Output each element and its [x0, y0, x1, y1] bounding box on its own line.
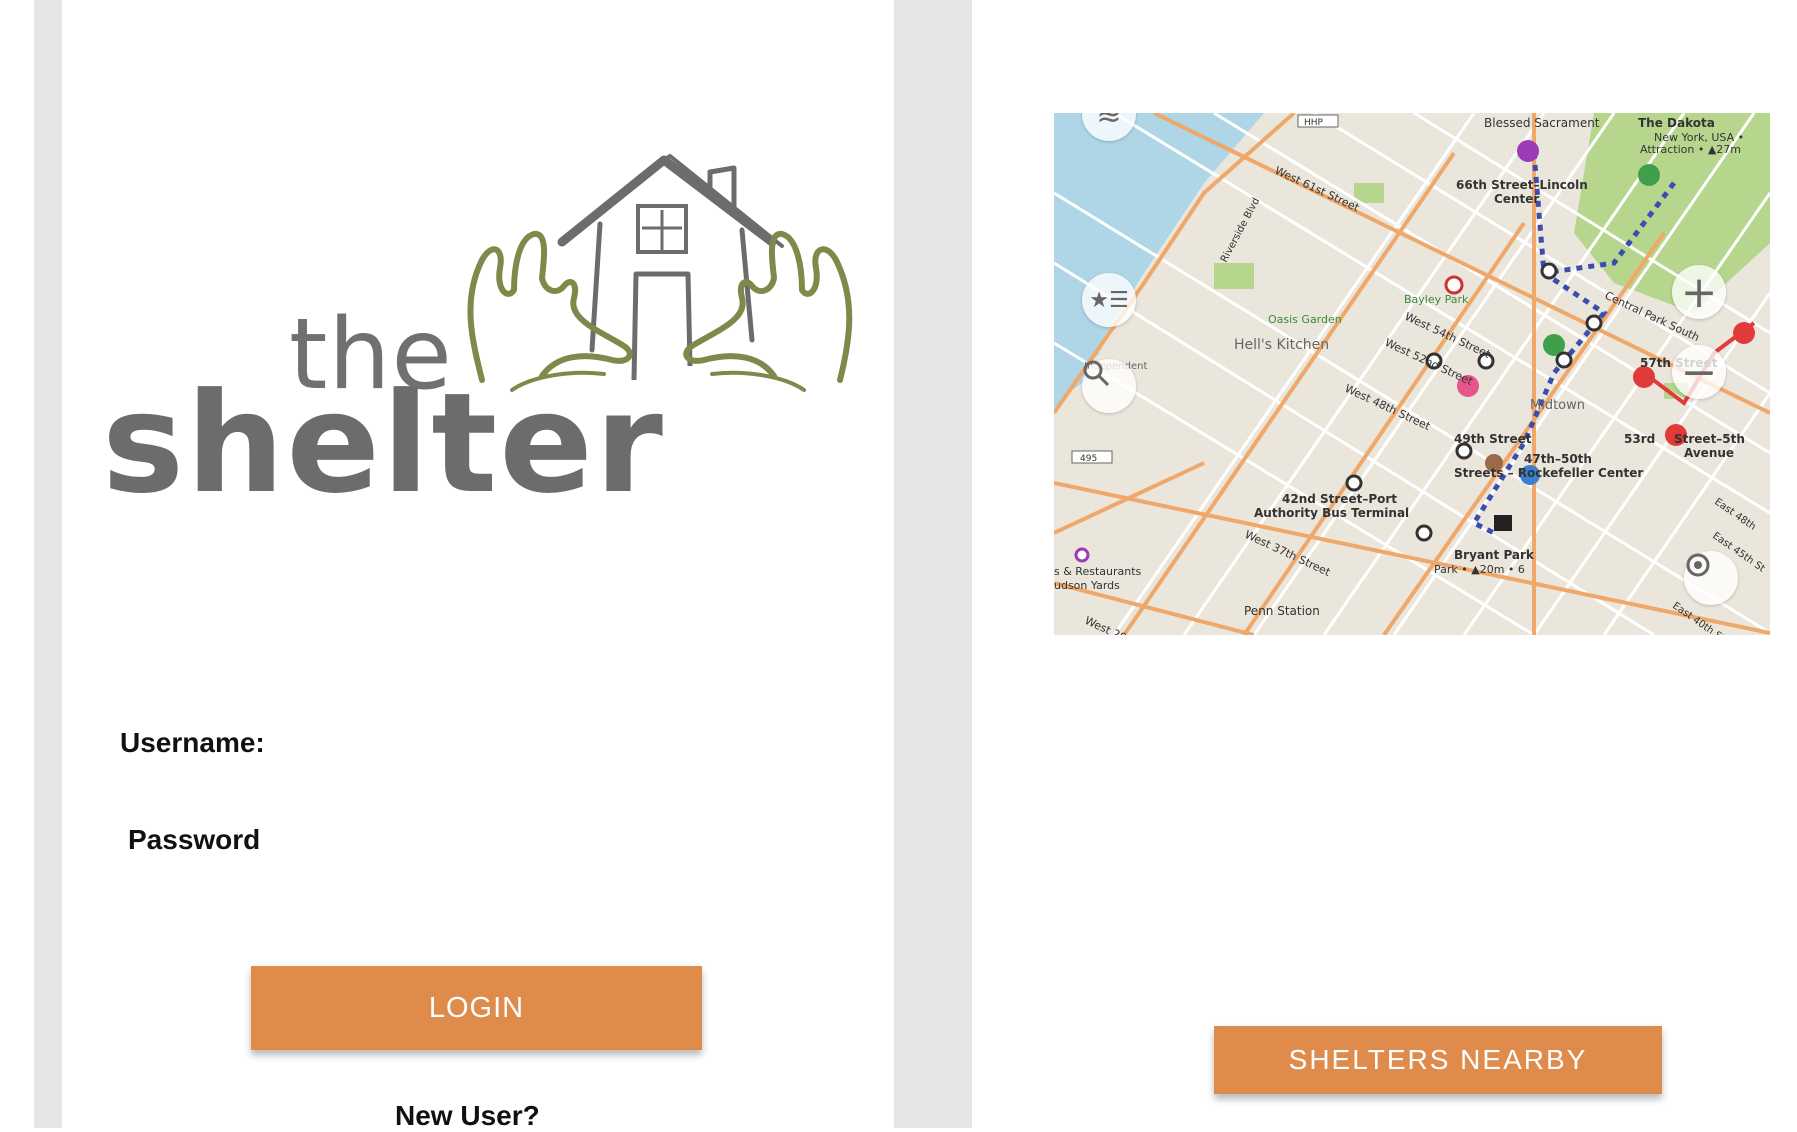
- password-field[interactable]: [362, 818, 836, 860]
- map-canvas: HHP 495 Blessed Sacrament The Dakota New…: [1054, 113, 1770, 635]
- search-button[interactable]: [1082, 359, 1136, 413]
- username-label: Username:: [120, 727, 265, 758]
- login-button[interactable]: LOGIN: [251, 966, 702, 1050]
- svg-text:66th Street–Lincoln: 66th Street–Lincoln: [1456, 178, 1588, 192]
- svg-text:West 61st Street: West 61st Street: [1273, 164, 1362, 215]
- zoom-in-icon: +: [1680, 266, 1718, 318]
- svg-text:The Dakota: The Dakota: [1638, 116, 1715, 130]
- password-label: Password: [128, 824, 261, 855]
- svg-text:Authority Bus Terminal: Authority Bus Terminal: [1254, 506, 1409, 520]
- svg-text:Park • ▲20m • 6: Park • ▲20m • 6: [1434, 563, 1525, 576]
- favorites-list-icon: ★☰: [1089, 287, 1129, 313]
- svg-text:Street–5th: Street–5th: [1674, 432, 1745, 446]
- search-icon: [1083, 360, 1110, 387]
- map-screen: HHP 495 Blessed Sacrament The Dakota New…: [972, 0, 1797, 1128]
- new-user-link[interactable]: New User?: [395, 1100, 540, 1132]
- svg-text:East 40th St: East 40th St: [1670, 600, 1726, 635]
- username-field[interactable]: [362, 722, 836, 764]
- login-screen: the shelter Username: Password LOGIN New…: [62, 0, 894, 1131]
- svg-text:Center: Center: [1494, 192, 1539, 206]
- svg-text:49th Street: 49th Street: [1454, 432, 1532, 446]
- svg-text:Blessed Sacrament: Blessed Sacrament: [1484, 116, 1600, 130]
- svg-text:47th–50th: 47th–50th: [1524, 452, 1592, 466]
- left-gutter: [34, 0, 62, 1128]
- svg-text:42nd Street–Port: 42nd Street–Port: [1282, 492, 1397, 506]
- zoom-out-icon: −: [1680, 346, 1718, 398]
- my-location-button[interactable]: [1684, 551, 1738, 605]
- svg-text:Bryant Park: Bryant Park: [1454, 548, 1535, 562]
- logo-word-shelter: shelter: [102, 363, 665, 524]
- svg-text:53rd: 53rd: [1624, 432, 1655, 446]
- shelters-nearby-button[interactable]: SHELTERS NEARBY: [1214, 1026, 1662, 1094]
- map-view[interactable]: HHP 495 Blessed Sacrament The Dakota New…: [1054, 113, 1770, 635]
- favorites-button[interactable]: ★☰: [1082, 273, 1136, 327]
- svg-text:Oasis Garden: Oasis Garden: [1268, 313, 1342, 326]
- svg-text:Midtown: Midtown: [1530, 398, 1585, 413]
- layers-icon: ≋: [1096, 113, 1122, 132]
- zoom-in-button[interactable]: +: [1672, 265, 1726, 319]
- svg-text:Avenue: Avenue: [1684, 446, 1734, 460]
- svg-text:Hell's Kitchen: Hell's Kitchen: [1234, 337, 1329, 353]
- svg-text:Riverside Blvd: Riverside Blvd: [1219, 196, 1262, 264]
- svg-text:udson Yards: udson Yards: [1054, 579, 1120, 592]
- park-patch: [1214, 263, 1254, 289]
- center-gutter: [894, 0, 972, 1128]
- svg-text:Bayley Park: Bayley Park: [1404, 293, 1469, 306]
- svg-text:Attraction • ▲27m: Attraction • ▲27m: [1640, 143, 1741, 156]
- svg-text:HHP: HHP: [1304, 118, 1324, 128]
- svg-text:s & Restaurants: s & Restaurants: [1054, 565, 1142, 578]
- svg-text:Streets – Rockefeller Center: Streets – Rockefeller Center: [1454, 466, 1643, 480]
- shelter-logo: the shelter: [102, 150, 862, 524]
- locate-icon: [1686, 553, 1710, 577]
- svg-text:495: 495: [1080, 454, 1097, 464]
- svg-text:Penn Station: Penn Station: [1244, 604, 1320, 618]
- zoom-out-button[interactable]: −: [1672, 345, 1726, 399]
